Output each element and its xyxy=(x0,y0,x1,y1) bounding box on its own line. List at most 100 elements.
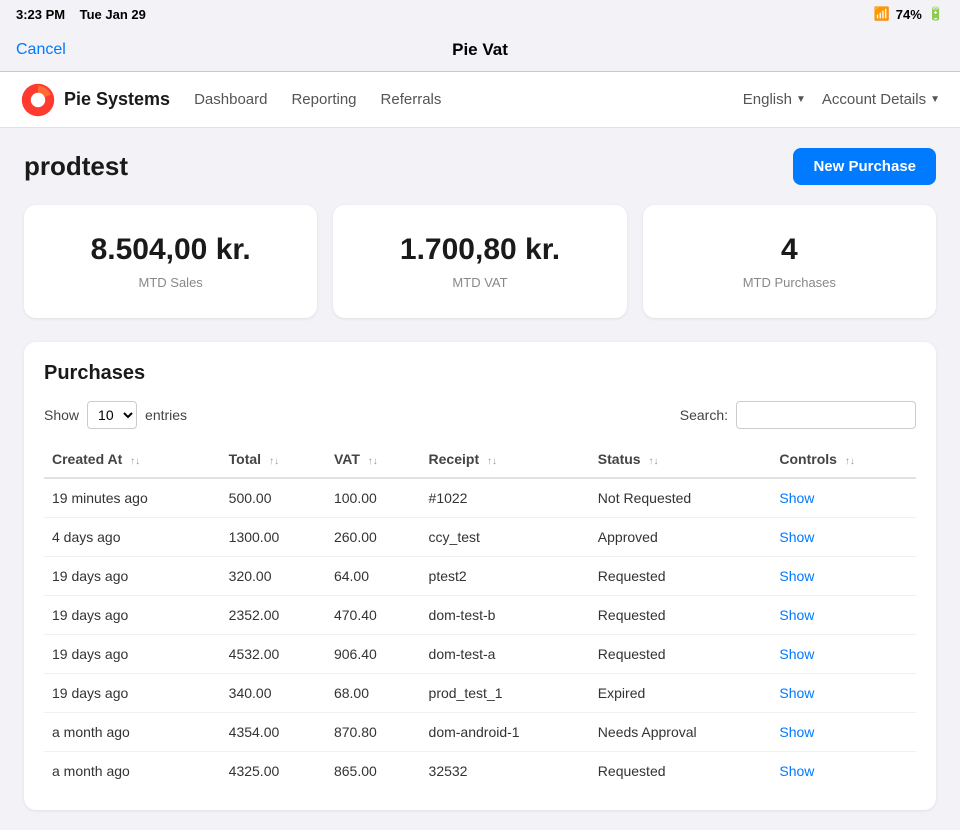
cell-vat: 68.00 xyxy=(326,674,421,713)
sort-icon-vat: ↑↓ xyxy=(368,456,378,467)
cell-created-at: 19 days ago xyxy=(44,635,221,674)
show-link[interactable]: Show xyxy=(779,568,814,584)
battery-icon: 🔋 xyxy=(928,6,944,22)
col-vat[interactable]: VAT ↑↓ xyxy=(326,441,421,478)
stats-row: 8.504,00 kr. MTD Sales 1.700,80 kr. MTD … xyxy=(24,205,936,318)
cell-control: Show xyxy=(771,752,916,791)
new-purchase-button[interactable]: New Purchase xyxy=(793,148,936,185)
stat-card-vat: 1.700,80 kr. MTD VAT xyxy=(333,205,626,318)
nav-link-dashboard[interactable]: Dashboard xyxy=(194,91,267,108)
status-indicators: 📶 74% 🔋 xyxy=(874,6,944,22)
navbar-right: English ▼ Account Details ▼ xyxy=(743,91,940,108)
col-created-at[interactable]: Created At ↑↓ xyxy=(44,441,221,478)
status-bar: 3:23 PM Tue Jan 29 📶 74% 🔋 xyxy=(0,0,960,28)
show-link[interactable]: Show xyxy=(779,685,814,701)
cell-created-at: 4 days ago xyxy=(44,518,221,557)
nav-links: Dashboard Reporting Referrals xyxy=(194,91,441,108)
stat-label-vat: MTD VAT xyxy=(353,275,606,290)
cell-control: Show xyxy=(771,518,916,557)
show-link[interactable]: Show xyxy=(779,646,814,662)
nav-link-referrals[interactable]: Referrals xyxy=(381,91,442,108)
stat-value-purchases: 4 xyxy=(663,233,916,267)
show-link[interactable]: Show xyxy=(779,529,814,545)
sort-icon-controls: ↑↓ xyxy=(845,456,855,467)
brand-name: Pie Systems xyxy=(64,89,170,110)
show-label: Show xyxy=(44,407,79,423)
cell-created-at: a month ago xyxy=(44,752,221,791)
col-receipt[interactable]: Receipt ↑↓ xyxy=(421,441,590,478)
cell-receipt: dom-android-1 xyxy=(421,713,590,752)
cell-status: Requested xyxy=(590,752,772,791)
cell-status: Approved xyxy=(590,518,772,557)
status-time: 3:23 PM Tue Jan 29 xyxy=(16,7,146,22)
show-link[interactable]: Show xyxy=(779,763,814,779)
cell-vat: 865.00 xyxy=(326,752,421,791)
show-link[interactable]: Show xyxy=(779,607,814,623)
cell-receipt: ptest2 xyxy=(421,557,590,596)
cell-created-at: 19 days ago xyxy=(44,596,221,635)
language-dropdown[interactable]: English ▼ xyxy=(743,91,806,108)
stat-card-sales: 8.504,00 kr. MTD Sales xyxy=(24,205,317,318)
main-content: prodtest New Purchase 8.504,00 kr. MTD S… xyxy=(0,128,960,830)
language-label: English xyxy=(743,91,792,108)
cell-status: Requested xyxy=(590,557,772,596)
account-dropdown-arrow-icon: ▼ xyxy=(930,94,940,105)
show-link[interactable]: Show xyxy=(779,490,814,506)
cell-receipt: dom-test-a xyxy=(421,635,590,674)
navbar-left: Pie Systems Dashboard Reporting Referral… xyxy=(20,82,441,118)
cell-created-at: 19 days ago xyxy=(44,674,221,713)
cell-vat: 260.00 xyxy=(326,518,421,557)
col-total[interactable]: Total ↑↓ xyxy=(221,441,326,478)
cell-total: 500.00 xyxy=(221,478,326,518)
navbar: Pie Systems Dashboard Reporting Referral… xyxy=(0,72,960,128)
search-input[interactable] xyxy=(736,401,916,429)
cell-status: Not Requested xyxy=(590,478,772,518)
table-row: 19 days ago 4532.00 906.40 dom-test-a Re… xyxy=(44,635,916,674)
cell-total: 4532.00 xyxy=(221,635,326,674)
purchases-table: Created At ↑↓ Total ↑↓ VAT ↑↓ Receipt ↑↓ xyxy=(44,441,916,790)
col-controls[interactable]: Controls ↑↓ xyxy=(771,441,916,478)
stat-card-purchases: 4 MTD Purchases xyxy=(643,205,936,318)
account-dropdown[interactable]: Account Details ▼ xyxy=(822,91,940,108)
cell-receipt: #1022 xyxy=(421,478,590,518)
cell-status: Requested xyxy=(590,635,772,674)
entries-select[interactable]: 10 25 50 xyxy=(87,401,137,429)
cell-vat: 64.00 xyxy=(326,557,421,596)
show-entries: Show 10 25 50 entries xyxy=(44,401,187,429)
cell-control: Show xyxy=(771,596,916,635)
cell-receipt: 32532 xyxy=(421,752,590,791)
cell-receipt: dom-test-b xyxy=(421,596,590,635)
stat-label-purchases: MTD Purchases xyxy=(663,275,916,290)
col-status[interactable]: Status ↑↓ xyxy=(590,441,772,478)
stat-value-vat: 1.700,80 kr. xyxy=(353,233,606,267)
title-bar: Cancel Pie Vat xyxy=(0,28,960,72)
entries-label: entries xyxy=(145,407,187,423)
cell-status: Needs Approval xyxy=(590,713,772,752)
cell-total: 1300.00 xyxy=(221,518,326,557)
table-body: 19 minutes ago 500.00 100.00 #1022 Not R… xyxy=(44,478,916,790)
cell-receipt: ccy_test xyxy=(421,518,590,557)
purchases-section-title: Purchases xyxy=(44,362,916,385)
nav-link-reporting[interactable]: Reporting xyxy=(291,91,356,108)
cell-receipt: prod_test_1 xyxy=(421,674,590,713)
page-title-bar: Pie Vat xyxy=(452,40,508,60)
table-row: a month ago 4354.00 870.80 dom-android-1… xyxy=(44,713,916,752)
cell-total: 4354.00 xyxy=(221,713,326,752)
purchases-section: Purchases Show 10 25 50 entries Search: xyxy=(24,342,936,810)
sort-icon-receipt: ↑↓ xyxy=(487,456,497,467)
cell-control: Show xyxy=(771,557,916,596)
cell-total: 320.00 xyxy=(221,557,326,596)
language-dropdown-arrow-icon: ▼ xyxy=(796,94,806,105)
cell-vat: 470.40 xyxy=(326,596,421,635)
table-row: 19 minutes ago 500.00 100.00 #1022 Not R… xyxy=(44,478,916,518)
search-label: Search: xyxy=(680,407,728,423)
show-link[interactable]: Show xyxy=(779,724,814,740)
cell-total: 2352.00 xyxy=(221,596,326,635)
cell-status: Expired xyxy=(590,674,772,713)
table-header: Created At ↑↓ Total ↑↓ VAT ↑↓ Receipt ↑↓ xyxy=(44,441,916,478)
cell-control: Show xyxy=(771,713,916,752)
table-row: a month ago 4325.00 865.00 32532 Request… xyxy=(44,752,916,791)
stat-label-sales: MTD Sales xyxy=(44,275,297,290)
cell-control: Show xyxy=(771,635,916,674)
cancel-button[interactable]: Cancel xyxy=(16,41,66,59)
